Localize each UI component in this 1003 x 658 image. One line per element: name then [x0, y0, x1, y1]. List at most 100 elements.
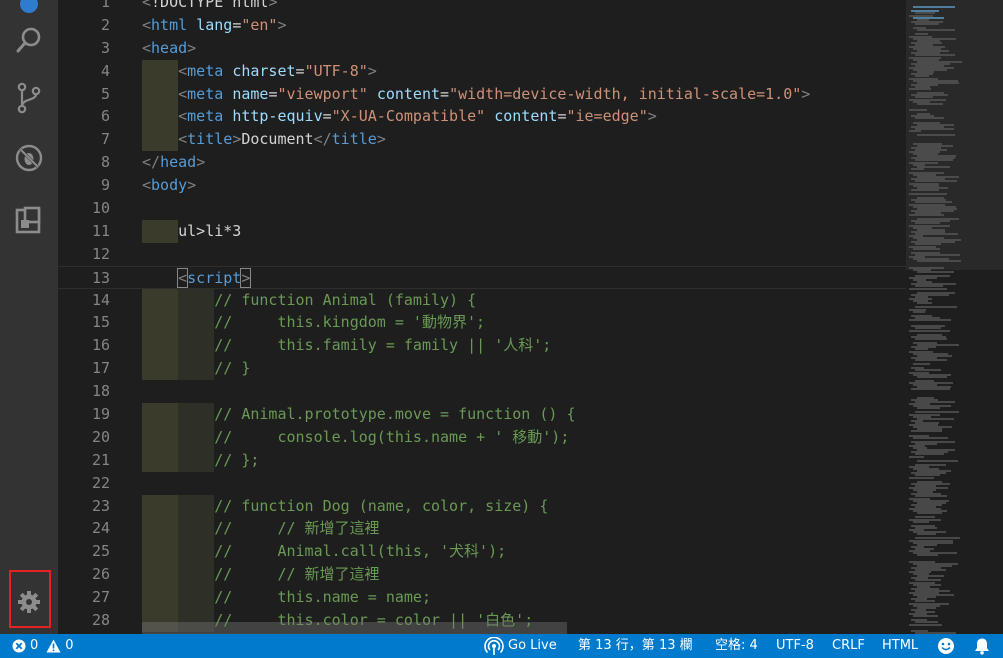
- problems-indicator[interactable]: 0 0: [12, 634, 74, 658]
- code-line[interactable]: 12: [58, 243, 906, 266]
- code-line[interactable]: 3 <head>: [58, 37, 906, 60]
- code-line[interactable]: 8 </head>: [58, 151, 906, 174]
- line-number: 20: [91, 427, 110, 446]
- code-token: lang: [196, 15, 233, 34]
- code-line[interactable]: 24 // // 新增了這裡: [58, 517, 906, 541]
- code-line[interactable]: 4 <meta charset="UTF-8">: [58, 59, 906, 83]
- code-line[interactable]: 26 // // 新增了這裡: [58, 563, 906, 587]
- code-text: // console.log(this.name + ' 移動');: [142, 426, 569, 449]
- line-number: 1: [100, 0, 110, 11]
- code-token: ul>li*3: [142, 221, 242, 240]
- line-number: 14: [91, 290, 110, 309]
- code-line[interactable]: 7 <title>Document</title>: [58, 128, 906, 152]
- code-line[interactable]: 10: [58, 197, 906, 220]
- code-token: "ie=edge": [566, 107, 648, 126]
- minimap[interactable]: [906, 0, 1003, 634]
- code-token: >: [240, 267, 252, 288]
- code-token: // }: [142, 359, 251, 378]
- line-number: 27: [91, 588, 110, 607]
- line-number: 7: [100, 130, 110, 149]
- line-number: 22: [91, 473, 110, 492]
- line-number: 24: [91, 519, 110, 538]
- code-token: </: [313, 130, 332, 149]
- minimap-line: [915, 117, 944, 120]
- line-number: 26: [91, 565, 110, 584]
- code-line[interactable]: 19 // Animal.prototype.move = function (…: [58, 403, 906, 426]
- notifications-button[interactable]: [973, 634, 991, 658]
- code-line[interactable]: 21 // };: [58, 448, 906, 472]
- language-mode-selector[interactable]: HTML: [882, 634, 918, 658]
- cursor-position[interactable]: 第 13 行，第 13 欄: [578, 634, 693, 658]
- code-text: ul>li*3: [142, 220, 241, 243]
- minimap-line: [909, 88, 931, 90]
- line-number: 16: [91, 336, 110, 355]
- activity-bar: [0, 0, 58, 634]
- code-line[interactable]: 27 // this.name = name;: [58, 586, 906, 610]
- cursor-position-label: 第 13 行，第 13 欄: [578, 638, 693, 653]
- smiley-icon: [938, 638, 954, 654]
- code-token: >: [376, 130, 386, 149]
- code-token: >: [277, 15, 287, 34]
- code-line[interactable]: 1 <!DOCTYPE html>: [58, 0, 906, 14]
- code-text: // function Animal (family) {: [142, 289, 476, 312]
- code-text: // this.family = family || '人科';: [142, 334, 551, 357]
- search-icon[interactable]: [0, 16, 58, 64]
- feedback-button[interactable]: [937, 634, 955, 658]
- line-number: 18: [91, 382, 110, 401]
- eol-selector[interactable]: CRLF: [832, 634, 865, 658]
- code-line[interactable]: 15 // this.kingdom = '動物界';: [58, 311, 906, 335]
- code-token: "UTF-8": [304, 61, 368, 80]
- code-line[interactable]: 14 // function Animal (family) {: [58, 288, 906, 312]
- line-number: 23: [91, 496, 110, 515]
- code-line[interactable]: 18: [58, 380, 906, 403]
- line-number: 13: [91, 268, 110, 287]
- code-line[interactable]: 16 // this.family = family || '人科';: [58, 334, 906, 358]
- extensions-icon[interactable]: [0, 196, 58, 244]
- code-token: =: [232, 15, 242, 34]
- minimap-line: [909, 319, 951, 321]
- code-token: <: [178, 130, 188, 149]
- minimap-line: [917, 407, 940, 410]
- code-token: "en": [241, 15, 278, 34]
- line-number: 21: [91, 450, 110, 469]
- line-number: 4: [100, 61, 110, 80]
- code-line[interactable]: 11 ul>li*3: [58, 219, 906, 243]
- encoding-selector[interactable]: UTF-8: [776, 634, 814, 658]
- code-text: // // 新增了這裡: [142, 563, 379, 586]
- go-live-button[interactable]: Go Live: [484, 634, 557, 658]
- horizontal-scrollbar[interactable]: [142, 622, 567, 634]
- code-text: <script>: [142, 267, 252, 290]
- minimap-line: [917, 270, 954, 273]
- code-line[interactable]: 9 <body>: [58, 174, 906, 197]
- code-line[interactable]: 25 // Animal.call(this, '犬科');: [58, 540, 906, 564]
- code-token: meta: [187, 107, 233, 126]
- warning-icon: [46, 639, 61, 653]
- minimap-line: [913, 615, 938, 618]
- minimap-line: [917, 260, 961, 263]
- line-number: 17: [91, 359, 110, 378]
- source-control-icon[interactable]: [0, 74, 58, 122]
- line-number: 15: [91, 313, 110, 332]
- code-line[interactable]: 6 <meta http-equiv="X-UA-Compatible" con…: [58, 105, 906, 129]
- code-editor[interactable]: 1 <!DOCTYPE html> 2 <html lang="en"> 3 <head>…: [58, 0, 906, 634]
- code-line[interactable]: 22: [58, 472, 906, 495]
- encoding-label: UTF-8: [776, 638, 814, 653]
- code-line[interactable]: 2 <html lang="en">: [58, 14, 906, 37]
- code-line[interactable]: 17 // }: [58, 357, 906, 381]
- gear-highlight-box: [9, 570, 51, 628]
- code-token: meta: [187, 61, 233, 80]
- code-line[interactable]: 23 // function Dog (name, color, size) {: [58, 494, 906, 518]
- code-token: // // 新增了這裡: [142, 519, 380, 538]
- code-token: >: [196, 153, 206, 172]
- minimap-line: [913, 6, 955, 9]
- minimap-line: [915, 358, 947, 361]
- code-line[interactable]: 5 <meta name="viewport" content="width=d…: [58, 82, 906, 106]
- indentation-selector[interactable]: 空格: 4: [715, 634, 758, 658]
- code-line[interactable]: 20 // console.log(this.name + ' 移動');: [58, 425, 906, 449]
- code-token: <: [142, 38, 152, 57]
- debug-icon[interactable]: [0, 134, 58, 182]
- code-line[interactable]: 13 <script>: [58, 265, 906, 290]
